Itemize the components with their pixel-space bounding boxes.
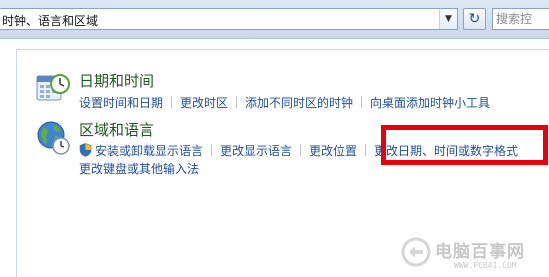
date-time-links: 设置时间和日期 更改时区 添加不同时区的时钟 向桌面添加时钟小工具 xyxy=(79,94,490,111)
globe-clock-icon[interactable] xyxy=(35,119,71,155)
watermark: 电脑百事网 WWW.PC841.COM xyxy=(398,234,549,276)
add-clock-gadget-link[interactable]: 向桌面添加时钟小工具 xyxy=(370,96,490,110)
address-bar[interactable]: 时钟、语言和区域 ▼ xyxy=(0,8,458,30)
refresh-icon: ↻ xyxy=(468,11,481,27)
add-clocks-link[interactable]: 添加不同时区的时钟 xyxy=(245,96,353,110)
change-display-language-link[interactable]: 更改显示语言 xyxy=(220,144,292,158)
set-time-date-link[interactable]: 设置时间和日期 xyxy=(79,96,163,110)
link-separator xyxy=(236,96,238,108)
address-dropdown-icon[interactable]: ▼ xyxy=(439,9,457,29)
change-timezone-link[interactable]: 更改时区 xyxy=(180,96,228,110)
calendar-clock-icon[interactable] xyxy=(35,70,71,106)
watermark-text: 电脑百事网 xyxy=(435,242,525,262)
link-separator xyxy=(365,144,367,156)
uac-shield-icon xyxy=(79,143,92,157)
highlight-box xyxy=(381,125,548,165)
change-location-link[interactable]: 更改位置 xyxy=(309,144,357,158)
region-language-links-row2: 更改键盘或其他输入法 xyxy=(79,160,199,177)
region-language-title[interactable]: 区域和语言 xyxy=(79,119,154,140)
address-toolbar: 时钟、语言和区域 ▼ ↻ xyxy=(0,0,549,39)
refresh-button[interactable]: ↻ xyxy=(463,8,486,30)
link-separator xyxy=(300,144,302,156)
link-separator xyxy=(361,96,363,108)
install-display-language-link[interactable]: 安装或卸载显示语言 xyxy=(95,144,203,158)
change-keyboard-input-link[interactable]: 更改键盘或其他输入法 xyxy=(79,162,199,176)
search-input[interactable] xyxy=(493,10,549,28)
watermark-url: WWW.PC841.COM xyxy=(454,261,517,270)
link-separator xyxy=(171,96,173,108)
date-time-title[interactable]: 日期和时间 xyxy=(79,70,154,91)
link-separator xyxy=(211,144,213,156)
search-box[interactable] xyxy=(492,8,549,30)
watermark-logo-icon xyxy=(401,237,431,267)
address-path[interactable]: 时钟、语言和区域 xyxy=(2,12,98,29)
